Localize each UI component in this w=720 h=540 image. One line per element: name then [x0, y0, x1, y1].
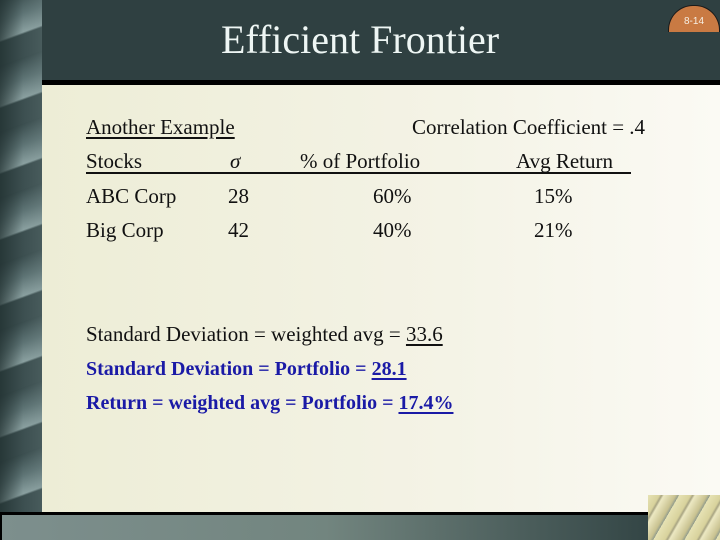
- example-label: Another Example: [86, 115, 235, 139]
- row-big-sigma: 42: [228, 218, 249, 242]
- row-abc-stock: ABC Corp: [86, 184, 177, 208]
- decorative-side-strip: [0, 0, 42, 515]
- column-header-avg-return: Avg Return: [516, 149, 614, 173]
- row-big-stock: Big Corp: [86, 218, 164, 242]
- footer-bar: [0, 515, 650, 540]
- column-header-sigma: σ: [230, 149, 241, 173]
- decorative-corner-image: [648, 495, 720, 540]
- column-header-portfolio-pct: % of Portfolio: [300, 149, 421, 173]
- table-header-underline: [86, 172, 631, 174]
- correlation-coefficient: Correlation Coefficient = .4: [412, 115, 646, 139]
- row-abc-weight: 60%: [373, 184, 412, 208]
- row-big-return: 21%: [534, 218, 573, 242]
- portfolio-return-line: Return = weighted avg = Portfolio = 17.4…: [86, 390, 453, 416]
- slide-header: Efficient Frontier: [42, 0, 720, 80]
- portfolio-sd-line: Standard Deviation = Portfolio = 28.1: [86, 356, 407, 382]
- weighted-sd-line: Standard Deviation = weighted avg = 33.6: [86, 321, 443, 347]
- portfolio-sd-value: 28.1: [371, 358, 407, 380]
- portfolio-return-value: 17.4%: [398, 392, 454, 414]
- weighted-sd-value: 33.6: [405, 322, 443, 346]
- row-abc-return: 15%: [534, 184, 573, 208]
- weighted-sd-label: Standard Deviation = weighted avg =: [86, 322, 406, 346]
- slide-title: Efficient Frontier: [220, 17, 500, 62]
- portfolio-sd-label: Standard Deviation = Portfolio =: [86, 358, 372, 380]
- row-big-weight: 40%: [373, 218, 412, 242]
- row-abc-sigma: 28: [228, 184, 249, 208]
- portfolio-return-label: Return = weighted avg = Portfolio =: [86, 392, 399, 414]
- column-header-stocks: Stocks: [86, 149, 143, 173]
